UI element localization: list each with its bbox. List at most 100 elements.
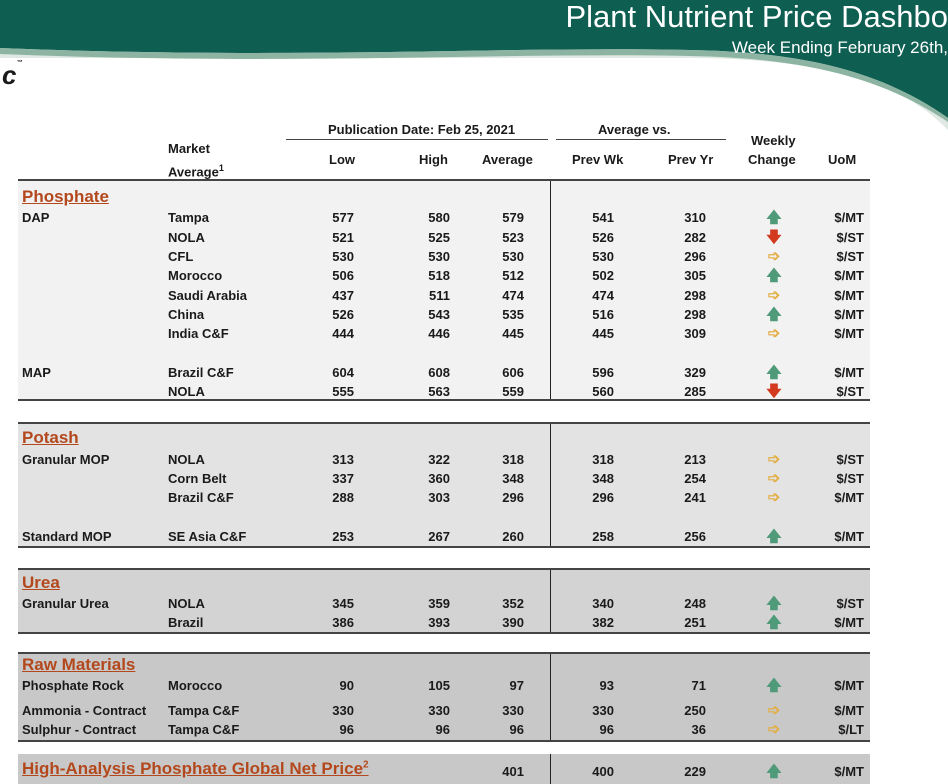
cell-prev-yr: 229 — [684, 764, 706, 779]
cell-market: Brazil C&F — [168, 490, 234, 505]
publication-underline — [286, 139, 548, 140]
urea-rule — [18, 632, 870, 634]
cell-uom: $/MT — [834, 326, 864, 341]
table-row: Corn Belt 337 360 348 348 254 $/ST ➩ — [0, 469, 948, 488]
cell-uom: $/MT — [834, 268, 864, 283]
cell-high: 105 — [428, 678, 450, 693]
cell-prev-wk: 516 — [592, 307, 614, 322]
table-row: Brazil C&F 288 303 296 296 241 $/MT ➩ — [0, 488, 948, 507]
cell-low: 604 — [332, 365, 354, 380]
change-up-arrow-icon: 🡅 — [766, 595, 782, 612]
raw-rule — [18, 740, 870, 742]
cell-prev-yr: 305 — [684, 268, 706, 283]
change-up-arrow-icon: 🡅 — [766, 763, 782, 780]
cell-prev-yr: 296 — [684, 249, 706, 264]
cell-uom: $/ST — [836, 452, 864, 467]
cell-prev-wk: 596 — [592, 365, 614, 380]
cell-prev-yr: 256 — [684, 529, 706, 544]
market-header: Market — [168, 141, 210, 156]
cell-low: 506 — [332, 268, 354, 283]
cell-high: 525 — [428, 230, 450, 245]
cell-high: 608 — [428, 365, 450, 380]
cell-high: 530 — [428, 249, 450, 264]
weekly-header: Weekly — [751, 133, 796, 148]
cell-avg: 97 — [509, 678, 524, 693]
high-header: High — [419, 152, 448, 167]
cell-prev-wk: 400 — [592, 764, 614, 779]
table-row: Granular Urea NOLA 345 359 352 340 248 $/ST 🡅 — [0, 594, 948, 613]
average-vs-header: Average vs. — [598, 122, 671, 137]
cell-avg: 96 — [509, 722, 524, 737]
change-flat-arrow-icon: ➩ — [767, 721, 781, 738]
cell-prev-wk: 474 — [592, 288, 614, 303]
cell-prev-wk: 382 — [592, 615, 614, 630]
cell-prev-yr: 310 — [684, 210, 706, 225]
logo: c™ — [2, 60, 23, 90]
change-up-arrow-icon: 🡅 — [766, 364, 782, 381]
table-row: DAP Tampa 577 580 579 541 310 $/MT 🡅 — [0, 208, 948, 227]
cell-low: 253 — [332, 529, 354, 544]
cell-avg: 606 — [502, 365, 524, 380]
cell-uom: $/MT — [834, 764, 864, 779]
cell-prev-wk: 445 — [592, 326, 614, 341]
cell-market: Brazil C&F — [168, 365, 234, 380]
change-flat-arrow-icon: ➩ — [767, 470, 781, 487]
cell-high: 511 — [429, 288, 450, 303]
cell-prev-wk: 258 — [592, 529, 614, 544]
cell-prev-wk: 530 — [592, 249, 614, 264]
cell-market: Saudi Arabia — [168, 288, 247, 303]
cell-market: Corn Belt — [168, 471, 227, 486]
cell-uom: $/ST — [836, 230, 864, 245]
cell-high: 267 — [428, 529, 450, 544]
cell-avg: 530 — [502, 249, 524, 264]
change-up-arrow-icon: 🡅 — [766, 614, 782, 631]
cell-high: 359 — [428, 596, 450, 611]
cell-prev-wk: 348 — [592, 471, 614, 486]
cell-prev-yr: 329 — [684, 365, 706, 380]
change-up-arrow-icon: 🡅 — [766, 209, 782, 226]
cell-uom: $/MT — [834, 365, 864, 380]
cell-low: 337 — [332, 471, 354, 486]
cell-uom: $/MT — [834, 703, 864, 718]
cell-avg: 579 — [502, 210, 524, 225]
cell-uom: $/MT — [834, 210, 864, 225]
cell-product: Granular Urea — [22, 596, 109, 611]
cell-market: Morocco — [168, 678, 223, 693]
cell-low: 555 — [332, 384, 354, 399]
cell-high: 360 — [428, 471, 450, 486]
cell-prev-wk: 296 — [592, 490, 614, 505]
table-row: Brazil 386 393 390 382 251 $/MT 🡅 — [0, 613, 948, 632]
section-title-raw-materials: Raw Materials — [22, 655, 136, 674]
cell-uom: $/MT — [834, 529, 864, 544]
table-row: Phosphate Rock Morocco 90 105 97 93 71 $/MT 🡅 — [0, 676, 948, 695]
cell-product: Sulphur - Contract — [22, 722, 137, 737]
market-average-header: Average1 — [168, 163, 224, 180]
cell-prev-yr: 71 — [691, 678, 706, 693]
cell-low: 288 — [332, 490, 354, 505]
cell-uom: $/LT — [838, 722, 864, 737]
cell-market: China — [168, 307, 205, 322]
prev-wk-header: Prev Wk — [572, 152, 624, 167]
change-down-arrow-icon: 🡇 — [766, 229, 782, 246]
cell-low: 444 — [332, 326, 354, 341]
table-row: Ammonia - Contract Tampa C&F 330 330 330 330 2… — [0, 701, 948, 720]
cell-market: Tampa — [168, 210, 209, 225]
potash-rule — [18, 546, 870, 548]
average-header: Average — [482, 152, 533, 167]
cell-low: 437 — [332, 288, 354, 303]
cell-uom: $/MT — [834, 490, 864, 505]
cell-high: 580 — [428, 210, 450, 225]
section-title-potash: Potash — [22, 428, 79, 447]
cell-prev-wk: 318 — [592, 452, 614, 467]
cell-prev-yr: 36 — [691, 722, 706, 737]
cell-prev-wk: 526 — [592, 230, 614, 245]
cell-prev-wk: 96 — [599, 722, 614, 737]
cell-avg: 330 — [502, 703, 524, 718]
cell-high: 393 — [428, 615, 450, 630]
cell-low: 530 — [332, 249, 354, 264]
cell-avg: 318 — [502, 452, 524, 467]
cell-uom: $/ST — [836, 384, 864, 399]
cell-high: 543 — [428, 307, 450, 322]
cell-product: MAP — [22, 365, 51, 380]
cell-market: SE Asia C&F — [168, 529, 247, 544]
